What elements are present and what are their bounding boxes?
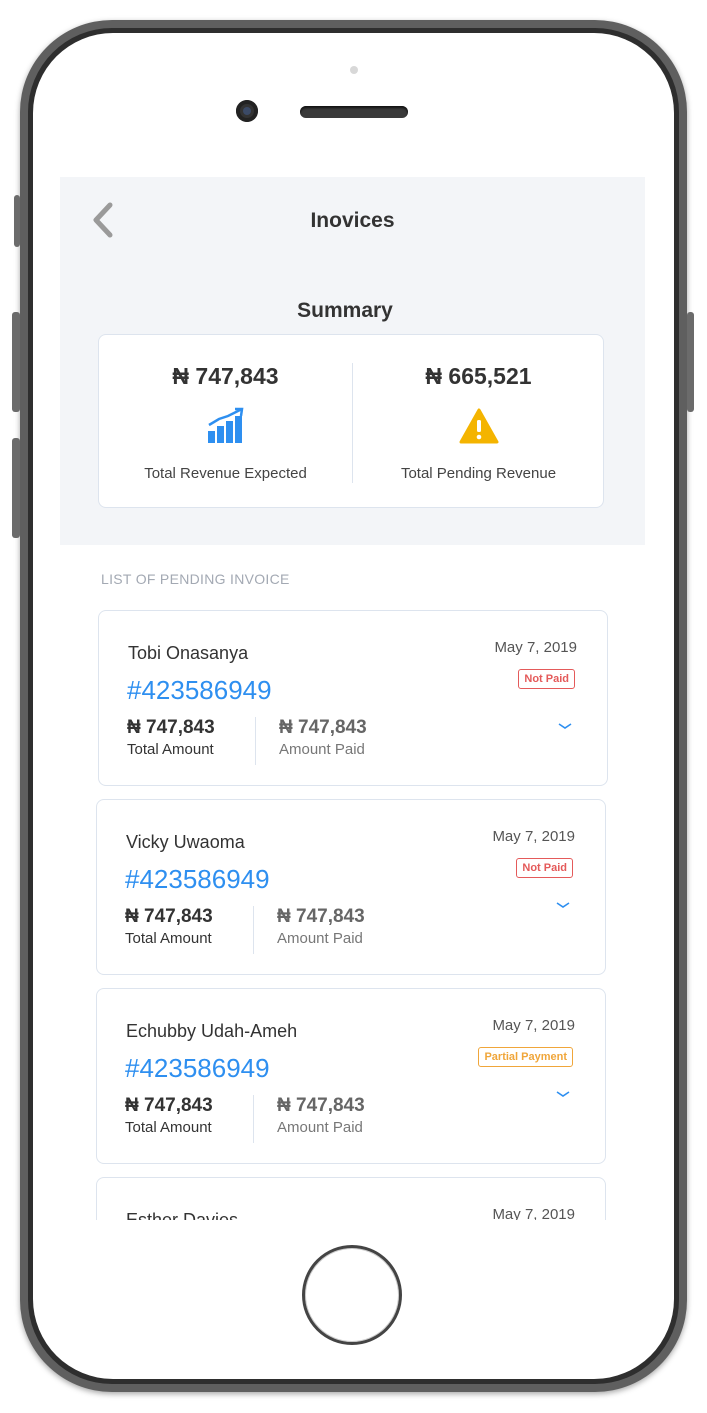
chevron-down-icon[interactable]: [555, 1089, 571, 1099]
invoice-card[interactable]: Vicky Uwaoma #423586949 May 7, 2019 Not …: [96, 799, 606, 975]
amount-paid-value: ₦ 747,843: [277, 1095, 365, 1116]
total-amount-value: ₦ 747,843: [125, 906, 213, 927]
pending-value: ₦ 665,521: [425, 363, 532, 389]
amount-divider: [255, 717, 256, 765]
customer-name: Esther Davies: [126, 1210, 239, 1220]
total-revenue-expected: ₦ 747,843 Total Revenue Expected: [99, 335, 352, 509]
amount-paid: ₦ 747,843 Amount Paid: [277, 1095, 365, 1136]
invoice-card[interactable]: Echubby Udah-Ameh #423586949 May 7, 2019…: [96, 988, 606, 1164]
power-button: [687, 312, 694, 412]
amount-paid-label: Amount Paid: [277, 930, 363, 947]
invoice-number[interactable]: #423586949: [127, 675, 272, 706]
total-amount-label: Total Amount: [127, 741, 214, 758]
amount-paid-value: ₦ 747,843: [277, 906, 365, 927]
home-button[interactable]: [302, 1245, 402, 1345]
status-badge: Not Paid: [518, 669, 575, 689]
total-amount-value: ₦ 747,843: [127, 717, 215, 738]
amount-paid-value: ₦ 747,843: [279, 717, 367, 738]
customer-name: Echubby Udah-Ameh: [126, 1021, 298, 1041]
customer-name: Vicky Uwaoma: [126, 832, 245, 852]
amount-divider: [253, 906, 254, 954]
expected-value: ₦ 747,843: [172, 363, 279, 389]
invoice-card[interactable]: Esther Davies May 7, 2019: [96, 1177, 606, 1220]
chevron-down-icon[interactable]: [555, 900, 571, 910]
warning-triangle-icon: [459, 408, 498, 444]
invoice-date: May 7, 2019: [494, 639, 577, 656]
bar-chart-growth-icon: [207, 407, 243, 443]
summary-heading: Summary: [297, 299, 393, 322]
invoice-number[interactable]: #423586949: [125, 864, 270, 895]
total-amount-label: Total Amount: [125, 930, 212, 947]
volume-down-button: [12, 438, 20, 538]
pending-label: Total Pending Revenue: [400, 465, 557, 482]
volume-up-button: [12, 312, 20, 412]
total-pending-revenue: ₦ 665,521 Total Pending Revenue: [352, 335, 605, 509]
status-badge: Partial Payment: [478, 1047, 573, 1067]
status-badge: Not Paid: [516, 858, 573, 878]
amount-paid: ₦ 747,843 Amount Paid: [277, 906, 365, 947]
total-amount: ₦ 747,843 Total Amount: [125, 906, 213, 947]
total-amount: ₦ 747,843 Total Amount: [127, 717, 215, 758]
app-screen: Inovices Summary ₦ 747,843 Total Revenue…: [60, 177, 645, 1220]
amount-divider: [253, 1095, 254, 1143]
mute-switch: [14, 195, 20, 247]
amount-paid-label: Amount Paid: [277, 1119, 363, 1136]
amount-paid: ₦ 747,843 Amount Paid: [279, 717, 367, 758]
summary-section: Inovices Summary ₦ 747,843 Total Revenue…: [60, 177, 645, 545]
summary-card: ₦ 747,843 Total Revenue Expected ₦ 665,5…: [98, 334, 604, 508]
expected-label: Total Revenue Expected: [144, 465, 307, 482]
total-amount-label: Total Amount: [125, 1119, 212, 1136]
earpiece-speaker: [300, 106, 408, 118]
page-title: Inovices: [310, 209, 395, 232]
invoice-number[interactable]: #423586949: [125, 1053, 270, 1084]
invoice-card[interactable]: Tobi Onasanya #423586949 May 7, 2019 Not…: [98, 610, 608, 786]
amount-paid-label: Amount Paid: [279, 741, 365, 758]
proximity-sensor: [350, 66, 358, 74]
invoice-date: May 7, 2019: [492, 1206, 575, 1220]
front-camera: [236, 100, 258, 122]
total-amount-value: ₦ 747,843: [125, 1095, 213, 1116]
list-heading: LIST OF PENDING INVOICE: [101, 571, 290, 587]
invoice-date: May 7, 2019: [492, 828, 575, 845]
total-amount: ₦ 747,843 Total Amount: [125, 1095, 213, 1136]
chevron-down-icon[interactable]: [557, 721, 573, 731]
invoice-date: May 7, 2019: [492, 1017, 575, 1034]
customer-name: Tobi Onasanya: [128, 643, 249, 663]
